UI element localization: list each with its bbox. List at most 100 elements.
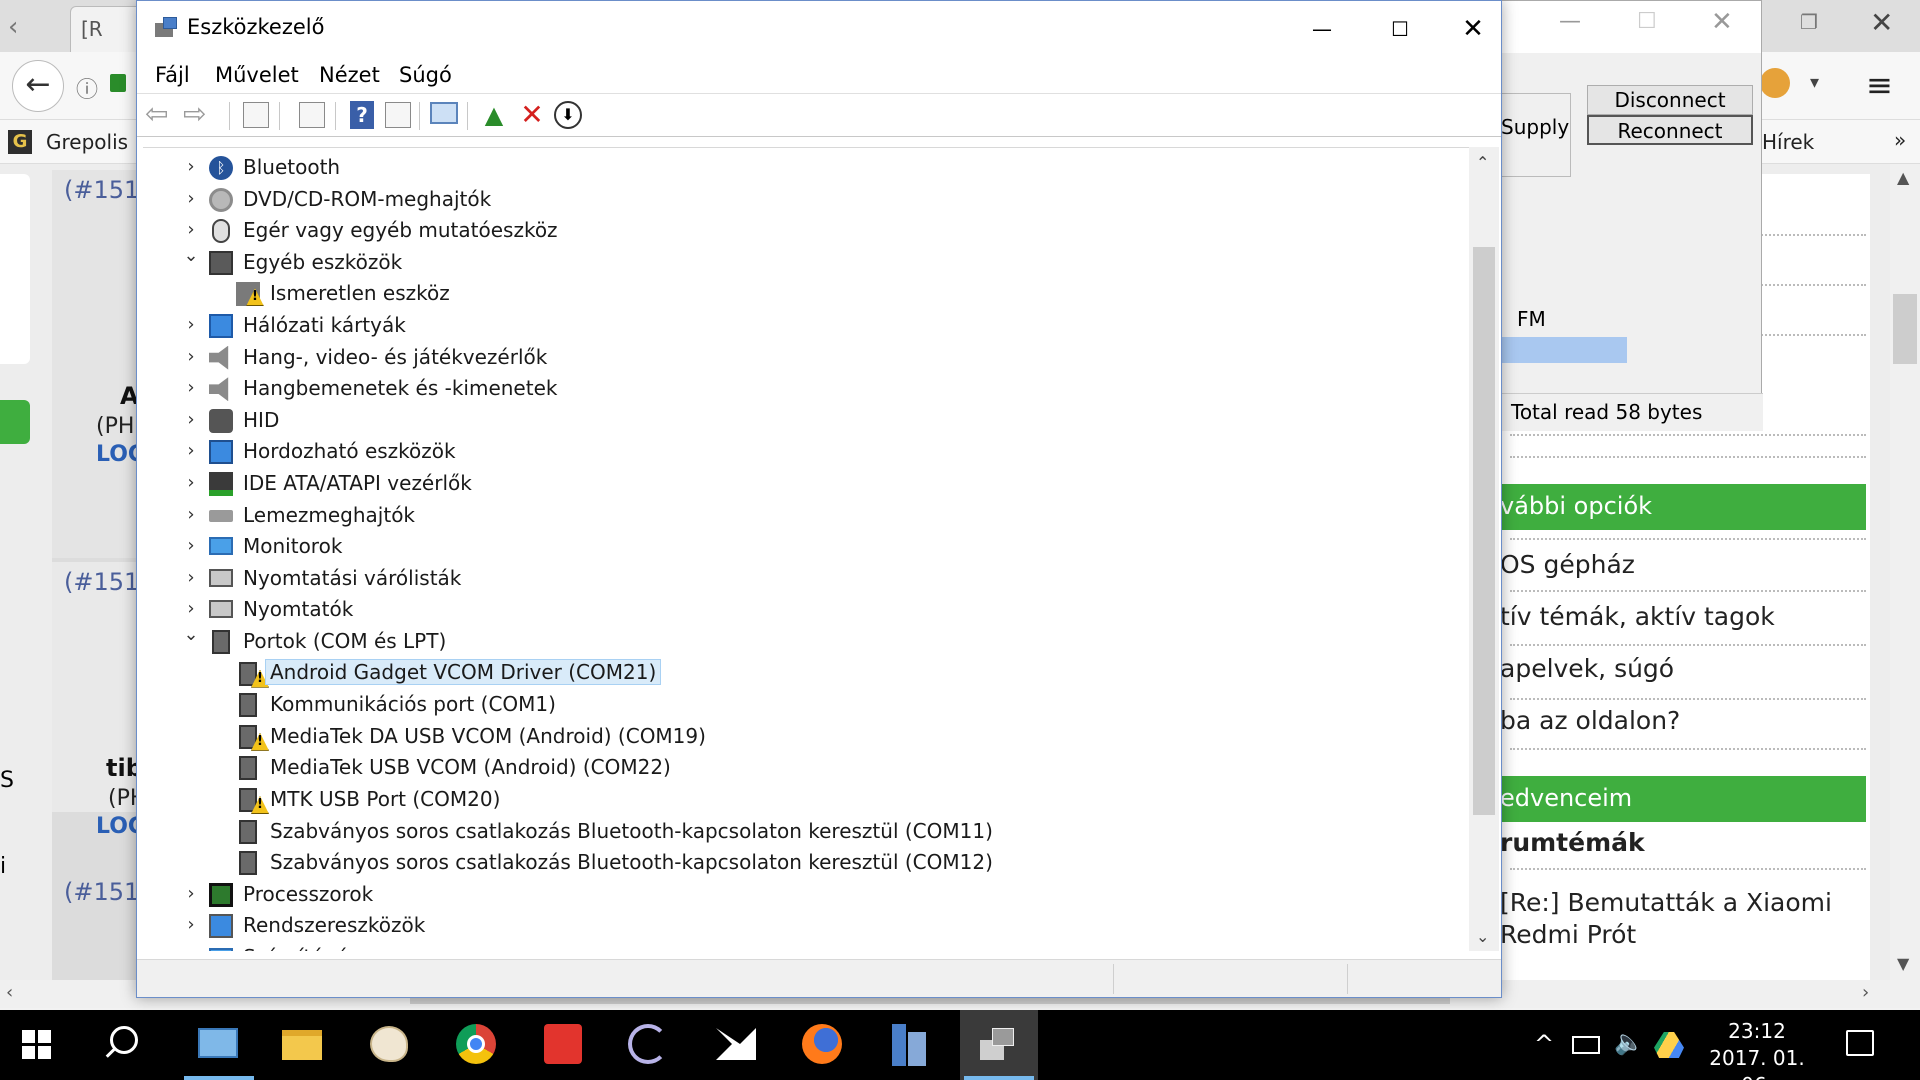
back-button[interactable]: ←: [12, 60, 64, 112]
chevron-right-icon[interactable]: ›: [181, 377, 201, 398]
chevron-down-icon[interactable]: ⌄: [181, 245, 201, 266]
tree-row[interactable]: ⌄ Portok (COM és LPT): [143, 624, 1463, 656]
chevron-right-icon[interactable]: ›: [181, 946, 201, 951]
sidebar-post-link[interactable]: Redmi Prót: [1500, 920, 1636, 949]
tree-row[interactable]: › DVD/CD-ROM-meghajtók: [143, 184, 1463, 214]
chevron-right-icon[interactable]: ›: [181, 567, 201, 588]
sidebar-link[interactable]: apelvek, súgó: [1500, 654, 1674, 683]
info-icon[interactable]: ⓘ: [76, 72, 98, 104]
download-icon[interactable]: ⬇: [553, 100, 583, 130]
reconnect-button[interactable]: Reconnect: [1587, 115, 1753, 145]
minimize-icon[interactable]: —: [1559, 9, 1581, 34]
volume-icon[interactable]: 🔈: [1614, 1028, 1644, 1056]
tree-row[interactable]: Kommunikációs port (COM1): [143, 689, 1463, 719]
paint-app-icon[interactable]: [364, 1020, 414, 1070]
firefox-app-icon[interactable]: [798, 1020, 848, 1070]
chevron-right-icon[interactable]: ›: [181, 314, 201, 335]
chevron-right-icon[interactable]: ›: [181, 346, 201, 367]
chevron-right-icon[interactable]: ›: [181, 472, 201, 493]
tree-row[interactable]: › Egér vagy egyéb mutatóeszköz: [143, 215, 1463, 245]
control-panel-app-icon[interactable]: [184, 1020, 254, 1080]
scan-hardware-icon[interactable]: [429, 100, 459, 130]
menu-help[interactable]: Súgó: [399, 63, 452, 87]
tree-row[interactable]: › ᛒ Bluetooth: [143, 152, 1463, 182]
tree-row[interactable]: MTK USB Port (COM20): [143, 784, 1463, 814]
show-hide-tree-icon[interactable]: [241, 100, 271, 130]
chevron-right-icon[interactable]: ›: [181, 504, 201, 525]
scroll-thumb[interactable]: [1893, 294, 1917, 364]
browser-close-icon[interactable]: ✕: [1870, 6, 1893, 39]
tree-row[interactable]: › Nyomtatási várólisták: [143, 563, 1463, 593]
tree-row[interactable]: › Hang-, video- és játékvezérlők: [143, 342, 1463, 372]
tree-vertical-scrollbar[interactable]: ⌃ ⌄: [1469, 147, 1499, 951]
help-icon[interactable]: ?: [347, 100, 377, 130]
city-app-icon[interactable]: [884, 1020, 934, 1070]
post-number[interactable]: (#151: [64, 176, 139, 204]
scroll-right-icon[interactable]: ›: [1862, 982, 1869, 1003]
scroll-up-icon[interactable]: ⌃: [1476, 153, 1489, 172]
sidebar-green-header[interactable]: vábbi opciók: [1500, 484, 1866, 530]
extension-icon[interactable]: [1760, 68, 1790, 98]
disconnect-button[interactable]: Disconnect: [1587, 85, 1753, 115]
tree-row[interactable]: › Hálózati kártyák: [143, 310, 1463, 340]
eclipse-app-icon[interactable]: [624, 1020, 674, 1070]
chevron-right-icon[interactable]: ›: [181, 409, 201, 430]
action-pane-icon[interactable]: [383, 100, 413, 130]
network-icon[interactable]: [1572, 1036, 1600, 1054]
sidebar-link[interactable]: tív témák, aktív tagok: [1500, 602, 1775, 631]
tree-row[interactable]: Szabványos soros csatlakozás Bluetooth-k…: [143, 816, 1463, 846]
chevron-right-icon[interactable]: ›: [181, 440, 201, 461]
post-number[interactable]: (#151: [64, 878, 139, 906]
left-green-button[interactable]: [0, 400, 30, 444]
bookmark-hirek[interactable]: Hírek: [1762, 130, 1814, 154]
update-driver-icon[interactable]: ▲: [479, 100, 509, 130]
show-hidden-icons-icon[interactable]: ^: [1534, 1030, 1554, 1058]
device-manager-app-icon[interactable]: [960, 1010, 1038, 1080]
hamburger-menu-icon[interactable]: ≡: [1866, 66, 1893, 104]
chrome-app-icon[interactable]: [452, 1020, 502, 1070]
clock[interactable]: 23:12 2017. 01. 06.: [1702, 1018, 1812, 1080]
tree-row[interactable]: › Monitorok: [143, 531, 1463, 561]
bookmarks-more-icon[interactable]: »: [1894, 128, 1906, 152]
sidebar-green-header[interactable]: edvenceim: [1500, 776, 1866, 822]
scroll-thumb[interactable]: [1473, 247, 1495, 815]
tree-row[interactable]: MediaTek USB VCOM (Android) (COM22): [143, 752, 1463, 782]
menu-action[interactable]: Művelet: [215, 63, 299, 87]
pdf-app-icon[interactable]: [538, 1020, 588, 1070]
browser-vertical-scrollbar[interactable]: ▲ ▼: [1890, 164, 1920, 980]
chevron-right-icon[interactable]: ›: [181, 598, 201, 619]
tree-row[interactable]: Android Gadget VCOM Driver (COM21): [143, 658, 1463, 688]
tree-row[interactable]: › Rendszereszközök: [143, 910, 1463, 940]
tree-row[interactable]: › Számítógép: [143, 942, 1463, 951]
forward-arrow-icon[interactable]: ⇨: [183, 100, 213, 130]
chevron-right-icon[interactable]: ›: [181, 188, 201, 209]
dropdown-icon[interactable]: ▾: [1810, 72, 1819, 93]
google-drive-icon[interactable]: [1654, 1032, 1684, 1058]
menu-view[interactable]: Nézet: [319, 63, 380, 87]
scroll-down-icon[interactable]: ⌄: [1476, 927, 1489, 946]
menu-file[interactable]: Fájl: [155, 63, 190, 87]
tree-row[interactable]: › HID: [143, 405, 1463, 435]
tree-row[interactable]: Ismeretlen eszköz: [143, 278, 1463, 308]
tab-scroll-left-icon[interactable]: ‹: [8, 12, 18, 42]
sidebar-link[interactable]: ba az oldalon?: [1500, 706, 1680, 735]
close-icon[interactable]: ✕: [1711, 7, 1733, 37]
post-number[interactable]: (#151: [64, 568, 139, 596]
bookmark-grepolis[interactable]: Grepolis (: [46, 130, 142, 154]
tree-row[interactable]: › Hordozható eszközök: [143, 436, 1463, 466]
minimize-button[interactable]: —: [1291, 5, 1353, 53]
notifications-icon[interactable]: [1846, 1030, 1874, 1056]
tree-row[interactable]: › Processzorok: [143, 879, 1463, 909]
search-icon[interactable]: [110, 1026, 138, 1054]
tree-row[interactable]: Szabványos soros csatlakozás Bluetooth-k…: [143, 847, 1463, 877]
tree-row[interactable]: › Nyomtatók: [143, 594, 1463, 624]
tree-row[interactable]: › IDE ATA/ATAPI vezérlők: [143, 468, 1463, 498]
uninstall-device-icon[interactable]: ✕: [517, 100, 547, 130]
back-arrow-icon[interactable]: ⇦: [145, 100, 175, 130]
file-explorer-app-icon[interactable]: [278, 1020, 328, 1070]
start-button[interactable]: [22, 1030, 52, 1060]
chevron-right-icon[interactable]: ›: [181, 156, 201, 177]
scroll-down-icon[interactable]: ▼: [1897, 954, 1909, 973]
scroll-left-icon[interactable]: ‹: [6, 982, 13, 1003]
scroll-up-icon[interactable]: ▲: [1897, 168, 1909, 187]
